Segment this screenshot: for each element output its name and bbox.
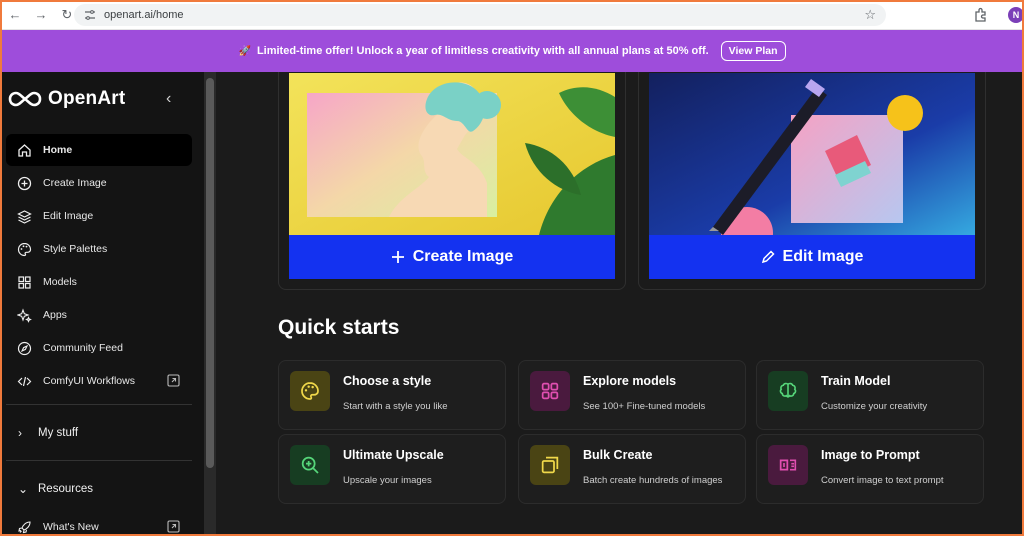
edit-image-button[interactable]: Edit Image: [649, 235, 975, 279]
create-image-button[interactable]: Create Image: [289, 235, 615, 279]
edit-image-card[interactable]: Edit Image: [638, 72, 986, 290]
brain-icon: [768, 371, 808, 411]
main-content: Create Image Edit Image Quick starts Cho…: [216, 72, 1024, 536]
profile-avatar[interactable]: N: [1008, 7, 1024, 23]
view-plan-button[interactable]: View Plan: [720, 41, 786, 61]
card-title: Image to Prompt: [821, 448, 920, 462]
sidebar: OpenArt ‹ Home Create Image Edit Image S…: [0, 72, 204, 536]
card-subtitle: See 100+ Fine-tuned models: [583, 401, 706, 412]
sidebar-item-label: Community Feed: [43, 342, 123, 354]
card-subtitle: Customize your creativity: [821, 401, 928, 412]
browser-toolbar: ← → ↻ openart.ai/home ☆ N: [0, 0, 1024, 30]
card-title: Ultimate Upscale: [343, 448, 444, 462]
sidebar-item-label: Create Image: [43, 177, 107, 189]
quick-start-explore-models[interactable]: Explore models See 100+ Fine-tuned model…: [518, 360, 746, 430]
quick-start-image-to-prompt[interactable]: Image to Prompt Convert image to text pr…: [756, 434, 984, 504]
edit-image-label: Edit Image: [782, 248, 864, 265]
quick-start-ultimate-upscale[interactable]: Ultimate Upscale Upscale your images: [278, 434, 506, 504]
sidebar-item-create-image[interactable]: Create Image: [6, 167, 192, 199]
sidebar-item-label: Edit Image: [43, 210, 94, 222]
layers-icon: [16, 208, 32, 224]
my-stuff-label: My stuff: [38, 427, 79, 439]
sidebar-item-whats-new[interactable]: What's New: [6, 511, 192, 536]
chevron-down-icon: ⌄: [18, 482, 29, 496]
sidebar-item-comfyui-workflows[interactable]: ComfyUI Workflows: [6, 365, 192, 397]
bookmark-star-icon[interactable]: ☆: [864, 7, 876, 23]
my-stuff-toggle[interactable]: › My stuff: [18, 426, 78, 440]
quick-start-bulk-create[interactable]: Bulk Create Batch create hundreds of ima…: [518, 434, 746, 504]
plus-circle-icon: [16, 175, 32, 191]
sidebar-item-edit-image[interactable]: Edit Image: [6, 200, 192, 232]
card-subtitle: Batch create hundreds of images: [583, 475, 723, 486]
card-title: Choose a style: [343, 374, 432, 388]
pencil-icon: [761, 250, 775, 264]
collapse-sidebar-icon[interactable]: ‹: [166, 90, 171, 108]
card-subtitle: Start with a style you like: [343, 401, 448, 412]
plus-icon: [391, 250, 405, 264]
sidebar-item-style-palettes[interactable]: Style Palettes: [6, 233, 192, 265]
home-icon: [16, 142, 32, 158]
code-icon: [16, 373, 32, 389]
resources-toggle[interactable]: ⌄ Resources: [18, 482, 93, 496]
create-image-artwork: [289, 73, 615, 235]
quick-start-choose-style[interactable]: Choose a style Start with a style you li…: [278, 360, 506, 430]
sidebar-item-label: Home: [43, 144, 73, 156]
promo-text: Limited-time offer! Unlock a year of lim…: [256, 45, 709, 57]
sidebar-item-label: What's New: [43, 521, 99, 533]
rocket-icon: [16, 519, 32, 535]
resources-label: Resources: [38, 483, 93, 495]
sidebar-scrollbar-thumb[interactable]: [206, 78, 214, 468]
grid-icon: [16, 274, 32, 290]
brand-logo[interactable]: OpenArt: [8, 88, 125, 110]
zoom-in-icon: [290, 445, 330, 485]
rocket-icon: 🚀: [238, 45, 251, 57]
forward-icon[interactable]: →: [30, 4, 52, 26]
card-subtitle: Convert image to text prompt: [821, 475, 944, 486]
card-title: Bulk Create: [583, 448, 653, 462]
sparkle-icon: [16, 307, 32, 323]
url-text: openart.ai/home: [104, 9, 184, 21]
brand-name: OpenArt: [48, 88, 126, 109]
infinity-logo-icon: [8, 91, 42, 107]
quick-starts-heading: Quick starts: [278, 316, 400, 339]
compass-icon: [16, 340, 32, 356]
edit-image-artwork: [649, 73, 975, 235]
external-link-icon: [167, 520, 180, 533]
external-link-icon: [167, 374, 180, 387]
site-settings-icon[interactable]: [84, 9, 96, 21]
address-bar[interactable]: openart.ai/home ☆: [74, 4, 886, 26]
palette-icon: [16, 241, 32, 257]
sidebar-item-label: Style Palettes: [43, 243, 108, 255]
create-image-label: Create Image: [412, 248, 514, 265]
sidebar-divider: [6, 404, 192, 405]
palette-icon: [290, 371, 330, 411]
quick-start-train-model[interactable]: Train Model Customize your creativity: [756, 360, 984, 430]
back-icon[interactable]: ←: [4, 4, 26, 26]
card-title: Train Model: [821, 374, 891, 388]
sidebar-item-label: ComfyUI Workflows: [43, 375, 135, 387]
sidebar-item-label: Models: [43, 276, 77, 288]
card-subtitle: Upscale your images: [343, 475, 432, 486]
sidebar-divider: [6, 460, 192, 461]
sidebar-item-models[interactable]: Models: [6, 266, 192, 298]
sidebar-item-home[interactable]: Home: [6, 134, 192, 166]
stack-icon: [530, 445, 570, 485]
sidebar-item-apps[interactable]: Apps: [6, 299, 192, 331]
sidebar-item-label: Apps: [43, 309, 67, 321]
chevron-right-icon: ›: [18, 426, 22, 440]
promo-banner: 🚀 Limited-time offer! Unlock a year of l…: [0, 30, 1024, 72]
create-image-card[interactable]: Create Image: [278, 72, 626, 290]
sidebar-item-community-feed[interactable]: Community Feed: [6, 332, 192, 364]
extensions-icon[interactable]: [972, 6, 990, 24]
image-text-icon: [768, 445, 808, 485]
card-title: Explore models: [583, 374, 677, 388]
grid-icon: [530, 371, 570, 411]
